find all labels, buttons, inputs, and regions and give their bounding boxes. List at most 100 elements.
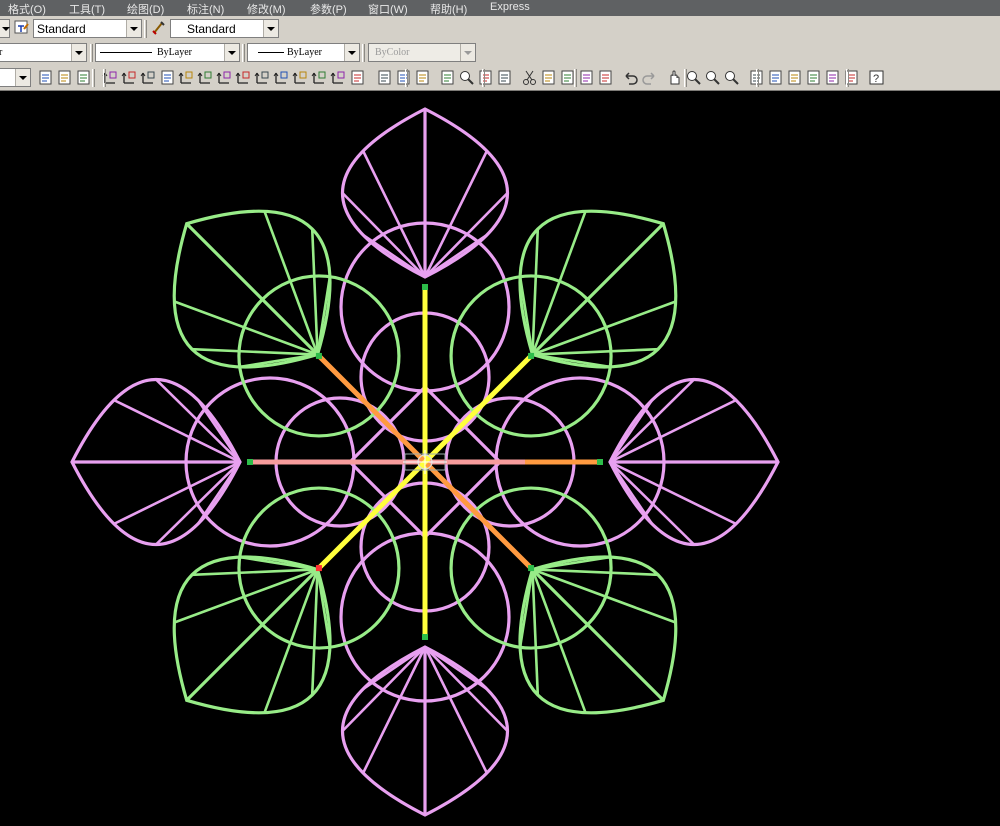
zoom-window-icon[interactable] <box>704 69 721 86</box>
chevron-down-icon[interactable] <box>263 20 278 37</box>
tool-palettes-icon[interactable] <box>786 69 803 86</box>
plot-icon[interactable] <box>439 69 456 86</box>
text-style-select[interactable]: Standard <box>33 19 142 38</box>
ucs-origin-icon[interactable] <box>178 69 195 86</box>
grip-point[interactable] <box>315 565 322 572</box>
green-petal-rib[interactable] <box>263 210 319 355</box>
plot-style-select[interactable]: ByColor <box>368 43 476 62</box>
ucs-zaxis-icon[interactable] <box>197 69 214 86</box>
zoom-realtime-icon[interactable] <box>685 69 702 86</box>
green-petal-rib[interactable] <box>531 569 540 696</box>
green-petal-axis[interactable] <box>531 568 665 702</box>
layer-select[interactable]: r <box>0 43 87 62</box>
toolbar-separator <box>405 69 408 87</box>
green-petal-rib[interactable] <box>310 228 319 355</box>
ucs-z-icon[interactable] <box>330 69 347 86</box>
ucs-face-icon[interactable] <box>254 69 271 86</box>
partial-combo[interactable] <box>0 19 10 38</box>
markup-icon[interactable] <box>824 69 841 86</box>
ucs-3point-icon[interactable] <box>216 69 233 86</box>
menu-bar: 格式(O) 工具(T) 绘图(D) 标注(N) 修改(M) 参数(P) 窗口(W… <box>0 0 1000 16</box>
open-icon[interactable] <box>395 69 412 86</box>
chevron-down-icon[interactable] <box>344 44 359 61</box>
zoom-previous-icon[interactable] <box>723 69 740 86</box>
ucs-object-icon[interactable] <box>235 69 252 86</box>
help-icon[interactable]: ? <box>868 69 885 86</box>
linetype-select[interactable]: ByLayer <box>95 43 240 62</box>
green-petal-rib[interactable] <box>310 569 319 696</box>
sheet-set-icon[interactable] <box>805 69 822 86</box>
menu-parametric[interactable]: 参数(P) <box>310 1 347 17</box>
menu-tools[interactable]: 工具(T) <box>69 1 105 17</box>
grip-point[interactable] <box>597 459 603 465</box>
grip-point[interactable] <box>528 565 535 572</box>
menu-format[interactable]: 格式(O) <box>8 1 46 17</box>
green-petal-axis[interactable] <box>185 568 319 702</box>
layer-states-icon[interactable] <box>56 69 73 86</box>
3d-dwf-icon[interactable] <box>496 69 513 86</box>
green-petal-rib[interactable] <box>532 568 659 577</box>
green-petal-rib[interactable] <box>173 568 318 624</box>
chevron-down-icon[interactable] <box>126 20 141 37</box>
layer-previous-icon[interactable] <box>37 69 54 86</box>
save-icon[interactable] <box>414 69 431 86</box>
green-petal-rib[interactable] <box>531 210 587 355</box>
ucs-y-icon[interactable] <box>311 69 328 86</box>
redo-icon[interactable] <box>641 69 658 86</box>
green-petal-rib[interactable] <box>532 300 677 356</box>
chevron-down-icon[interactable] <box>224 44 239 61</box>
menu-dimension[interactable]: 标注(N) <box>187 1 224 17</box>
toolbar-separator <box>574 69 577 87</box>
apply-ucs-icon[interactable] <box>349 69 366 86</box>
grip-point[interactable] <box>422 634 428 640</box>
green-petal-rib[interactable] <box>531 569 587 714</box>
publish-icon[interactable] <box>477 69 494 86</box>
green-petal-rib[interactable] <box>532 568 677 624</box>
grip-point[interactable] <box>422 284 428 290</box>
menu-express[interactable]: Express <box>490 1 530 13</box>
drawing-svg[interactable] <box>0 91 1000 826</box>
green-petal-rib[interactable] <box>532 347 659 356</box>
grip-point[interactable] <box>247 459 253 465</box>
pan-icon[interactable] <box>666 69 683 86</box>
text-style-icon[interactable] <box>13 19 30 36</box>
design-center-icon[interactable] <box>767 69 784 86</box>
ucs-previous-icon[interactable] <box>140 69 157 86</box>
match-properties-icon[interactable] <box>578 69 595 86</box>
layer-tool-icon[interactable] <box>75 69 92 86</box>
grip-point[interactable] <box>528 352 535 359</box>
lineweight-preview <box>258 52 284 53</box>
plot-preview-icon[interactable] <box>458 69 475 86</box>
green-petal-rib[interactable] <box>263 569 319 714</box>
chevron-down-icon[interactable] <box>71 44 86 61</box>
text-style-value: Standard <box>37 22 86 36</box>
menu-help[interactable]: 帮助(H) <box>430 1 467 17</box>
green-petal-rib[interactable] <box>531 228 540 355</box>
dim-style-icon[interactable] <box>150 19 167 36</box>
block-editor-icon[interactable] <box>597 69 614 86</box>
cut-icon[interactable] <box>521 69 538 86</box>
green-petal-rib[interactable] <box>173 300 318 356</box>
ucs-view-icon[interactable] <box>273 69 290 86</box>
green-petal-axis[interactable] <box>531 222 665 356</box>
menu-draw[interactable]: 绘图(D) <box>127 1 164 17</box>
grip-point[interactable] <box>315 352 322 359</box>
drawing-canvas[interactable] <box>0 91 1000 826</box>
copy-icon[interactable] <box>540 69 557 86</box>
green-petal-rib[interactable] <box>191 347 318 356</box>
dim-style-select[interactable]: Standard <box>170 19 279 38</box>
chevron-down-icon[interactable] <box>460 44 475 61</box>
chevron-down-icon[interactable] <box>15 69 30 86</box>
ucs-x-icon[interactable] <box>292 69 309 86</box>
ucs-world-icon[interactable] <box>121 69 138 86</box>
menu-modify[interactable]: 修改(M) <box>247 1 286 17</box>
layer-combo-partial[interactable] <box>0 68 31 87</box>
menu-window[interactable]: 窗口(W) <box>368 1 408 17</box>
green-petal-axis[interactable] <box>185 222 319 356</box>
green-petal-rib[interactable] <box>191 568 318 577</box>
qnew-icon[interactable] <box>376 69 393 86</box>
svg-text:?: ? <box>873 73 879 85</box>
undo-icon[interactable] <box>622 69 639 86</box>
lineweight-select[interactable]: ByLayer <box>247 43 360 62</box>
named-ucs-icon[interactable] <box>159 69 176 86</box>
